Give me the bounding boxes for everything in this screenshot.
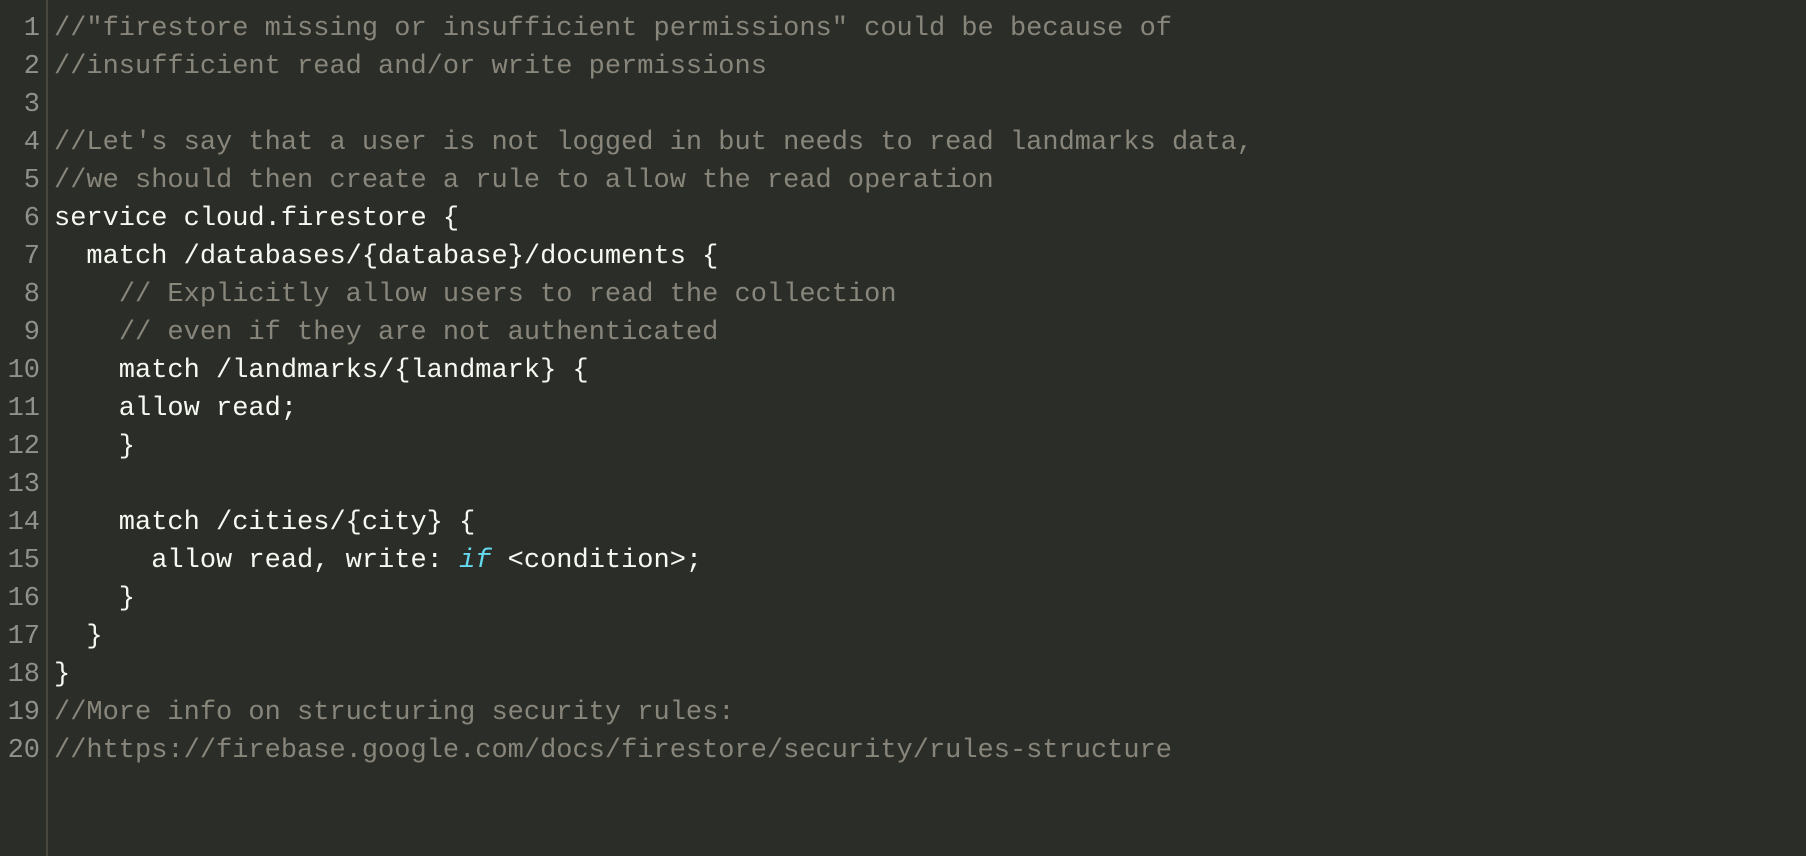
code-line[interactable]: service cloud.firestore { xyxy=(54,200,1806,238)
code-token: } xyxy=(54,622,103,652)
code-line[interactable]: allow read, write: if <condition>; xyxy=(54,542,1806,580)
code-token: } xyxy=(54,584,135,614)
line-number: 12 xyxy=(0,428,40,466)
code-token: allow read; xyxy=(54,394,297,424)
code-token: } xyxy=(54,660,70,690)
line-number: 18 xyxy=(0,656,40,694)
code-token: //"firestore missing or insufficient per… xyxy=(54,14,1188,44)
code-line[interactable]: //More info on structuring security rule… xyxy=(54,694,1806,732)
line-number: 10 xyxy=(0,352,40,390)
line-number: 3 xyxy=(0,86,40,124)
code-token: service cloud.firestore { xyxy=(54,204,459,234)
code-token: if xyxy=(459,546,491,576)
code-area[interactable]: //"firestore missing or insufficient per… xyxy=(48,0,1806,856)
code-token: // Explicitly allow users to read the co… xyxy=(119,280,897,310)
code-line[interactable]: } xyxy=(54,618,1806,656)
code-token: // even if they are not authenticated xyxy=(119,318,719,348)
code-line[interactable] xyxy=(54,86,1806,124)
code-token: match /cities/{city} { xyxy=(54,508,475,538)
code-line[interactable]: // even if they are not authenticated xyxy=(54,314,1806,352)
code-token: allow read, write: xyxy=(54,546,459,576)
code-editor[interactable]: 1234567891011121314151617181920 //"fires… xyxy=(0,0,1806,856)
line-number: 4 xyxy=(0,124,40,162)
code-line[interactable] xyxy=(54,466,1806,504)
code-token xyxy=(54,318,119,348)
line-number: 13 xyxy=(0,466,40,504)
code-line[interactable]: //Let's say that a user is not logged in… xyxy=(54,124,1806,162)
line-number: 7 xyxy=(0,238,40,276)
code-line[interactable]: // Explicitly allow users to read the co… xyxy=(54,276,1806,314)
code-token: //More info on structuring security rule… xyxy=(54,698,751,728)
code-line[interactable]: //we should then create a rule to allow … xyxy=(54,162,1806,200)
line-number: 15 xyxy=(0,542,40,580)
line-number: 14 xyxy=(0,504,40,542)
code-line[interactable]: match /landmarks/{landmark} { xyxy=(54,352,1806,390)
line-number: 11 xyxy=(0,390,40,428)
line-number: 6 xyxy=(0,200,40,238)
code-line[interactable]: //"firestore missing or insufficient per… xyxy=(54,10,1806,48)
line-number: 9 xyxy=(0,314,40,352)
code-line[interactable]: //https://firebase.google.com/docs/fires… xyxy=(54,732,1806,770)
code-token: //insufficient read and/or write permiss… xyxy=(54,52,767,82)
code-token: <condition>; xyxy=(491,546,702,576)
line-number: 19 xyxy=(0,694,40,732)
code-token: } xyxy=(54,432,200,462)
code-token: match /databases/{database}/documents { xyxy=(54,242,718,272)
line-number: 2 xyxy=(0,48,40,86)
code-token: //Let's say that a user is not logged in… xyxy=(54,128,1269,158)
line-number: 16 xyxy=(0,580,40,618)
code-token xyxy=(54,280,119,310)
line-number: 5 xyxy=(0,162,40,200)
code-line[interactable]: match /databases/{database}/documents { xyxy=(54,238,1806,276)
code-token: //we should then create a rule to allow … xyxy=(54,166,994,196)
line-number: 1 xyxy=(0,10,40,48)
code-line[interactable]: allow read; xyxy=(54,390,1806,428)
code-line[interactable]: } xyxy=(54,428,1806,466)
line-number: 20 xyxy=(0,732,40,770)
code-token: //https://firebase.google.com/docs/fires… xyxy=(54,736,1172,766)
code-line[interactable]: } xyxy=(54,580,1806,618)
line-number-gutter: 1234567891011121314151617181920 xyxy=(0,0,48,856)
line-number: 8 xyxy=(0,276,40,314)
line-number: 17 xyxy=(0,618,40,656)
code-line[interactable]: match /cities/{city} { xyxy=(54,504,1806,542)
code-token: match /landmarks/{landmark} { xyxy=(54,356,589,386)
code-line[interactable]: } xyxy=(54,656,1806,694)
code-line[interactable]: //insufficient read and/or write permiss… xyxy=(54,48,1806,86)
